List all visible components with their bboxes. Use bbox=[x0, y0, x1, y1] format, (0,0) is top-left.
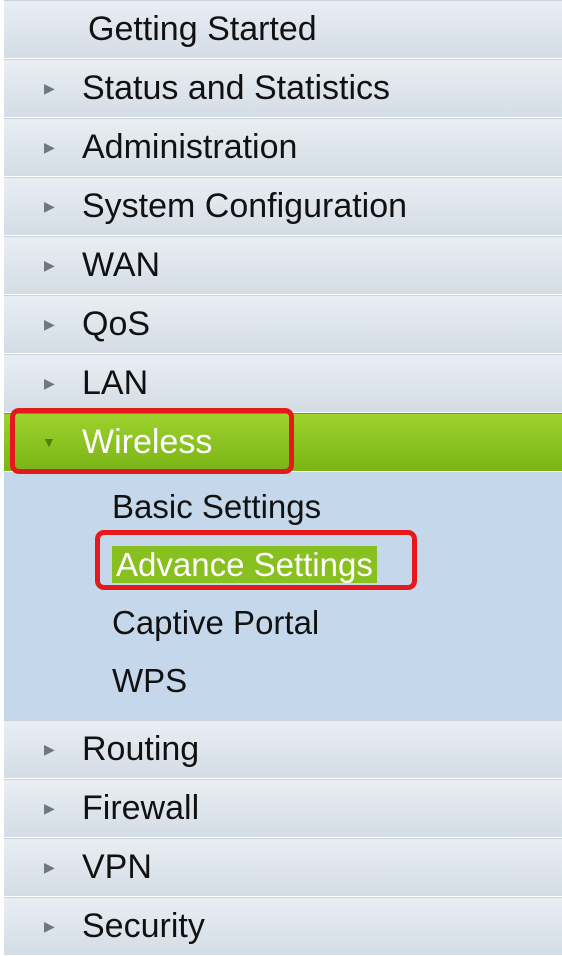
nav-item-label: Routing bbox=[82, 730, 200, 768]
nav-item-label: WAN bbox=[82, 246, 161, 284]
triangle-right-icon: ▶ bbox=[44, 139, 55, 155]
nav-item-wan[interactable]: ▶ WAN bbox=[4, 236, 562, 295]
nav-item-getting-started[interactable]: Getting Started bbox=[4, 0, 562, 59]
nav-item-administration[interactable]: ▶ Administration bbox=[4, 118, 562, 177]
nav-item-lan[interactable]: ▶ LAN bbox=[4, 354, 562, 413]
nav-item-vpn[interactable]: ▶ VPN bbox=[4, 838, 562, 897]
nav-item-routing[interactable]: ▶ Routing bbox=[4, 720, 562, 779]
submenu-item-label: Captive Portal bbox=[112, 604, 320, 641]
nav-item-label: Firewall bbox=[82, 789, 200, 827]
nav-item-label: System Configuration bbox=[82, 187, 408, 225]
triangle-right-icon: ▶ bbox=[44, 800, 55, 816]
nav-item-label: Status and Statistics bbox=[82, 69, 391, 107]
triangle-right-icon: ▶ bbox=[44, 859, 55, 875]
nav-item-wireless[interactable]: ▼ Wireless bbox=[4, 413, 562, 472]
triangle-right-icon: ▶ bbox=[44, 375, 55, 391]
nav-item-label: QoS bbox=[82, 305, 151, 343]
triangle-right-icon: ▶ bbox=[44, 316, 55, 332]
triangle-right-icon: ▶ bbox=[44, 257, 55, 273]
sidebar-nav: Getting Started ▶ Status and Statistics … bbox=[4, 0, 562, 956]
nav-item-status-and-statistics[interactable]: ▶ Status and Statistics bbox=[4, 59, 562, 118]
triangle-right-icon: ▶ bbox=[44, 918, 55, 934]
submenu-item-label: Advance Settings bbox=[112, 546, 377, 583]
submenu-item-label: Basic Settings bbox=[112, 488, 322, 525]
nav-item-label: Administration bbox=[82, 128, 298, 166]
submenu-item-advance-settings[interactable]: Advance Settings bbox=[4, 536, 562, 594]
triangle-down-icon: ▼ bbox=[42, 434, 56, 450]
nav-item-label: Getting Started bbox=[88, 10, 317, 48]
submenu-item-captive-portal[interactable]: Captive Portal bbox=[4, 594, 562, 652]
nav-item-security[interactable]: ▶ Security bbox=[4, 897, 562, 956]
nav-item-label: LAN bbox=[82, 364, 149, 402]
submenu-item-wps[interactable]: WPS bbox=[4, 652, 562, 710]
triangle-right-icon: ▶ bbox=[44, 80, 55, 96]
nav-item-label: Security bbox=[82, 907, 205, 945]
nav-item-firewall[interactable]: ▶ Firewall bbox=[4, 779, 562, 838]
nav-item-qos[interactable]: ▶ QoS bbox=[4, 295, 562, 354]
triangle-right-icon: ▶ bbox=[44, 741, 55, 757]
submenu-item-label: WPS bbox=[112, 662, 188, 699]
wireless-submenu: Basic Settings Advance Settings Captive … bbox=[4, 472, 562, 720]
submenu-item-basic-settings[interactable]: Basic Settings bbox=[4, 478, 562, 536]
triangle-right-icon: ▶ bbox=[44, 198, 55, 214]
nav-item-label: Wireless bbox=[82, 423, 213, 461]
nav-item-label: VPN bbox=[82, 848, 152, 886]
nav-item-system-configuration[interactable]: ▶ System Configuration bbox=[4, 177, 562, 236]
